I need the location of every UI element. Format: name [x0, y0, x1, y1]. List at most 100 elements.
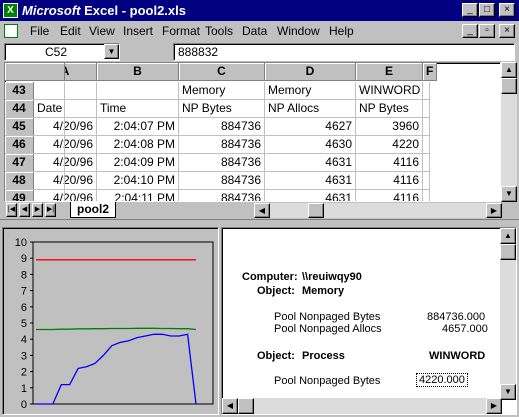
column-header-blank[interactable]: [5, 63, 65, 81]
table-cell[interactable]: 2:04:07 PM: [97, 118, 179, 136]
table-cell[interactable]: 3960: [356, 118, 423, 136]
report-scroll-thumb[interactable]: [500, 244, 516, 260]
close-button[interactable]: ×: [499, 3, 515, 17]
menu-view[interactable]: View: [89, 24, 115, 38]
scroll-right-icon[interactable]: ▶: [486, 203, 502, 218]
menu-help[interactable]: Help: [329, 24, 354, 38]
table-cell[interactable]: WINWORD: [356, 82, 423, 100]
table-cell[interactable]: 4631: [265, 190, 356, 201]
table-cell[interactable]: 4116: [356, 154, 423, 172]
table-cell[interactable]: 4631: [265, 154, 356, 172]
table-cell[interactable]: [5, 118, 65, 136]
menu-tools[interactable]: Tools: [205, 24, 233, 38]
sheet-tab-pool2[interactable]: pool2: [70, 202, 116, 218]
y-tick-label: 7: [21, 286, 27, 298]
table-cell[interactable]: NP Bytes: [179, 100, 265, 118]
scroll-left-icon[interactable]: ◀: [222, 398, 238, 414]
doc-minimize-button[interactable]: _: [462, 24, 478, 38]
menu-file[interactable]: File: [30, 24, 49, 38]
table-cell[interactable]: NP Allocs: [265, 100, 356, 118]
report-vertical-scrollbar[interactable]: ▲ ▼: [500, 228, 516, 400]
table-cell[interactable]: 2:04:11 PM: [97, 190, 179, 201]
table-cell[interactable]: 4630: [265, 136, 356, 154]
table-cell[interactable]: 884736: [179, 154, 265, 172]
name-box-dropdown-icon[interactable]: ▼: [104, 44, 119, 59]
name-box[interactable]: C52: [4, 43, 120, 61]
table-cell[interactable]: [423, 190, 430, 201]
menu-format[interactable]: Format: [162, 24, 200, 38]
instance-label: WINWORD: [429, 350, 486, 362]
table-cell[interactable]: 884736: [179, 118, 265, 136]
scroll-up-icon[interactable]: ▲: [500, 228, 516, 244]
table-cell[interactable]: Memory: [265, 82, 356, 100]
table-cell[interactable]: 4116: [356, 172, 423, 190]
table-cell[interactable]: [423, 118, 430, 136]
title-bar[interactable]: X Microsoft Excel - pool2.xls _ □ ×: [0, 0, 519, 21]
object-value: Process: [302, 350, 345, 362]
worksheet-grid[interactable]: ABCDEF43MemoryMemoryWINWORD44DateTimeNP …: [4, 62, 501, 202]
y-tick-label: 3: [21, 350, 27, 362]
table-cell[interactable]: [423, 82, 430, 100]
minimize-button[interactable]: _: [462, 3, 478, 17]
column-header-e[interactable]: E: [356, 63, 423, 81]
hscroll-thumb[interactable]: [308, 203, 324, 218]
counter-value: 884736.000: [427, 311, 486, 323]
counter-value-selected[interactable]: 4220.000: [416, 373, 468, 387]
table-cell[interactable]: [5, 190, 65, 201]
table-cell[interactable]: 4631: [265, 172, 356, 190]
column-header-d[interactable]: D: [265, 63, 356, 81]
table-cell[interactable]: [5, 82, 65, 100]
table-cell[interactable]: [423, 136, 430, 154]
scroll-right-icon[interactable]: ▶: [486, 398, 502, 414]
scroll-thumb[interactable]: [501, 78, 517, 94]
document-icon[interactable]: [4, 24, 18, 38]
menu-window[interactable]: Window: [277, 24, 320, 38]
table-cell[interactable]: Memory: [179, 82, 265, 100]
menu-data[interactable]: Data: [242, 24, 267, 38]
table-cell[interactable]: [5, 154, 65, 172]
table-cell[interactable]: 884736: [179, 190, 265, 201]
next-sheet-icon[interactable]: ▶: [32, 203, 43, 217]
formula-input[interactable]: 888832: [173, 43, 515, 61]
y-tick-label: 9: [21, 253, 27, 265]
table-cell[interactable]: 884736: [179, 136, 265, 154]
doc-restore-button[interactable]: ▫: [479, 24, 495, 38]
formula-bar: C52 ▼ 888832: [0, 41, 519, 63]
table-cell[interactable]: 2:04:09 PM: [97, 154, 179, 172]
table-cell[interactable]: Time: [97, 100, 179, 118]
table-cell[interactable]: 2:04:10 PM: [97, 172, 179, 190]
maximize-button[interactable]: □: [479, 3, 495, 17]
scroll-left-icon[interactable]: ◀: [254, 203, 270, 218]
report-horizontal-scrollbar[interactable]: ◀ ▶: [222, 398, 502, 414]
excel-app-icon[interactable]: X: [3, 3, 18, 18]
column-header-f[interactable]: F: [423, 63, 438, 81]
table-cell[interactable]: 4116: [356, 190, 423, 201]
scroll-down-icon[interactable]: ▼: [501, 186, 517, 202]
table-cell[interactable]: 884736: [179, 172, 265, 190]
doc-close-button[interactable]: ×: [499, 24, 515, 38]
menu-edit[interactable]: Edit: [60, 24, 81, 38]
scroll-down-icon[interactable]: ▼: [500, 384, 516, 400]
last-sheet-icon[interactable]: ▶|: [45, 203, 56, 217]
table-cell[interactable]: 4627: [265, 118, 356, 136]
table-cell[interactable]: [5, 100, 65, 118]
table-cell[interactable]: [5, 136, 65, 154]
column-header-c[interactable]: C: [179, 63, 265, 81]
table-cell[interactable]: [423, 172, 430, 190]
formula-value: 888832: [178, 45, 219, 59]
table-cell[interactable]: NP Bytes: [356, 100, 423, 118]
table-cell[interactable]: [423, 154, 430, 172]
table-cell[interactable]: [423, 100, 430, 118]
scroll-up-icon[interactable]: ▲: [501, 62, 517, 78]
column-header-b[interactable]: B: [97, 63, 179, 81]
report-hscroll-thumb[interactable]: [238, 398, 254, 414]
menu-insert[interactable]: Insert: [123, 24, 153, 38]
prev-sheet-icon[interactable]: ◀: [19, 203, 30, 217]
table-cell[interactable]: [5, 172, 65, 190]
table-cell[interactable]: 4220: [356, 136, 423, 154]
table-cell[interactable]: [97, 82, 179, 100]
table-cell[interactable]: 2:04:08 PM: [97, 136, 179, 154]
sheet-vertical-scrollbar[interactable]: ▲ ▼: [501, 62, 517, 202]
first-sheet-icon[interactable]: |◀: [6, 203, 17, 217]
sheet-horizontal-scrollbar[interactable]: ◀ ▶: [254, 203, 502, 218]
